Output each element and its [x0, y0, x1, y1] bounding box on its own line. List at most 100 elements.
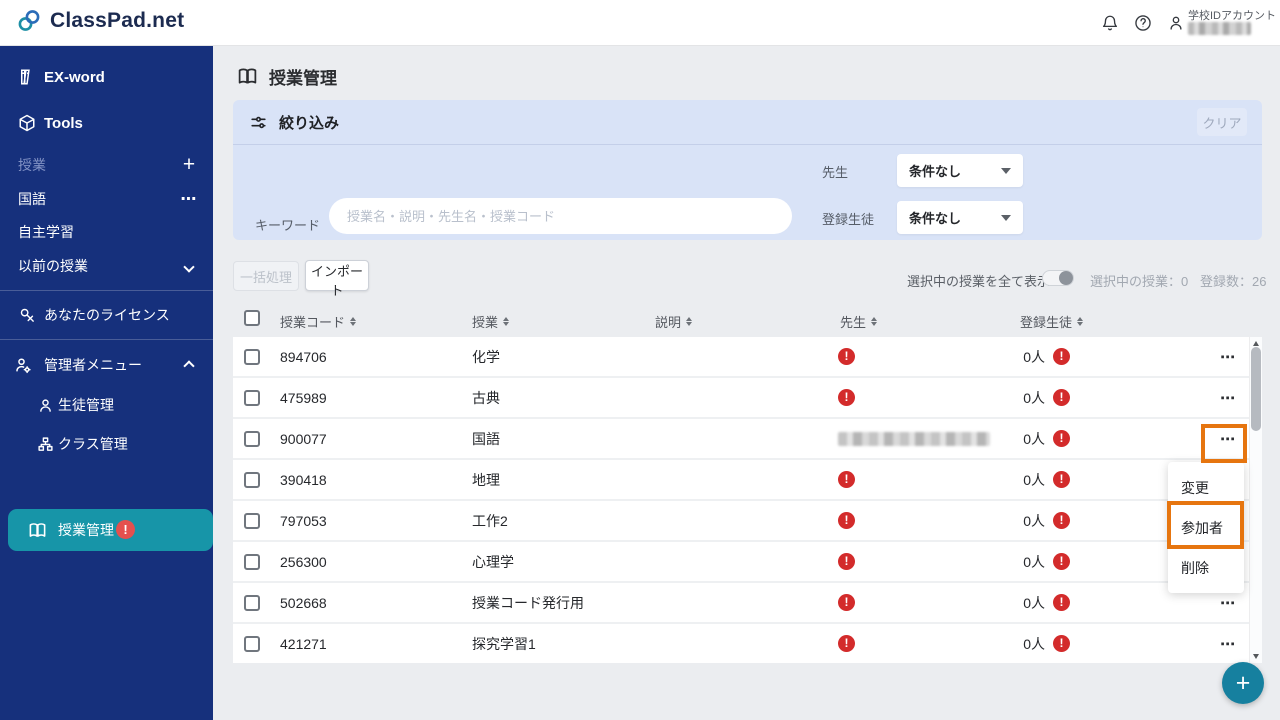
scrollbar-thumb[interactable]	[1251, 347, 1261, 431]
students-count-cell: 0人	[1013, 501, 1045, 540]
students-alert-icon: !	[1053, 430, 1070, 447]
open-book-icon	[237, 66, 258, 87]
sort-icon	[871, 317, 877, 326]
class-name-cell: 化学	[472, 337, 500, 376]
scroll-up-arrow-icon[interactable]	[1253, 341, 1259, 346]
class-code-cell: 421271	[280, 624, 327, 663]
column-header-description[interactable]: 説明	[655, 312, 692, 331]
teacher-filter-dropdown[interactable]: 条件なし	[897, 154, 1023, 187]
students-alert-icon: !	[1053, 594, 1070, 611]
menu-item-participants[interactable]: 参加者	[1168, 508, 1244, 548]
sidebar-item-admin-menu[interactable]: 管理者メニュー	[0, 352, 213, 378]
class-name-cell: 心理学	[472, 542, 514, 581]
menu-item-change[interactable]: 変更	[1168, 468, 1244, 508]
class-name-cell: 授業コード発行用	[472, 583, 584, 622]
organization-icon	[36, 435, 54, 453]
table-row: 390418 地理 ! 0人 ! ⋯	[233, 460, 1249, 501]
row-menu-button[interactable]: ⋯	[1208, 378, 1248, 417]
row-checkbox[interactable]	[244, 349, 260, 365]
class-code-cell: 390418	[280, 460, 327, 499]
teacher-cell: !	[838, 378, 855, 417]
class-name-cell: 地理	[472, 460, 500, 499]
brand-logo[interactable]: ClassPad.net	[16, 8, 184, 34]
column-header-class[interactable]: 授業	[472, 312, 509, 331]
teacher-cell: !	[838, 501, 855, 540]
keyword-input[interactable]	[329, 198, 792, 234]
teacher-cell: !	[838, 542, 855, 581]
column-header-teacher[interactable]: 先生	[840, 312, 877, 331]
students-filter-dropdown[interactable]: 条件なし	[897, 201, 1023, 234]
bulk-action-button[interactable]: 一括処理	[233, 261, 299, 291]
account-name-redacted	[1188, 22, 1251, 35]
row-checkbox[interactable]	[244, 554, 260, 570]
column-header-students[interactable]: 登録生徒	[1020, 312, 1083, 331]
selected-count: 選択中の授業：0	[1090, 271, 1188, 290]
sidebar-item-class-management[interactable]: クラス管理	[0, 431, 213, 457]
class-name-cell: 工作2	[472, 501, 508, 540]
student-person-icon	[36, 396, 54, 414]
sidebar-item-kokugo[interactable]: 国語 ⋯	[0, 186, 213, 212]
sidebar-divider	[0, 290, 213, 291]
sidebar-item-license[interactable]: あなたのライセンス	[0, 302, 213, 328]
row-context-menu: 変更 参加者 削除	[1168, 462, 1244, 593]
show-selected-toggle[interactable]	[1042, 270, 1074, 286]
table-row: 900077 国語 0人 ! ⋯	[233, 419, 1249, 460]
app-header: ClassPad.net 学校IDアカウント	[0, 0, 1280, 46]
add-class-icon[interactable]: +	[178, 155, 200, 175]
row-checkbox[interactable]	[244, 513, 260, 529]
show-selected-toggle-label: 選択中の授業を全て表示	[907, 271, 1050, 290]
chevron-down-icon	[178, 258, 200, 274]
keyword-label: キーワード	[255, 215, 320, 234]
scroll-down-arrow-icon[interactable]	[1253, 654, 1259, 659]
sort-icon	[503, 317, 509, 326]
table-header: 授業コード 授業 説明 先生 登録生徒	[233, 303, 1262, 337]
sidebar-item-tools[interactable]: Tools	[0, 110, 213, 136]
column-header-class-code[interactable]: 授業コード	[280, 312, 356, 331]
row-checkbox[interactable]	[244, 595, 260, 611]
kokugo-menu-icon[interactable]: ⋯	[178, 189, 200, 209]
teacher-alert-icon: !	[838, 348, 855, 365]
row-menu-button[interactable]: ⋯	[1208, 624, 1248, 663]
key-icon	[18, 306, 36, 324]
notifications-bell-icon[interactable]	[1101, 14, 1119, 32]
select-all-checkbox[interactable]	[244, 310, 260, 326]
teacher-cell: !	[838, 337, 855, 376]
row-checkbox[interactable]	[244, 431, 260, 447]
teacher-cell: !	[838, 583, 855, 622]
account-type-label: 学校IDアカウント	[1188, 7, 1276, 23]
help-icon[interactable]	[1134, 14, 1152, 32]
account-user-icon[interactable]	[1167, 14, 1185, 32]
filter-sliders-icon	[249, 113, 268, 132]
table-row: 256300 心理学 ! 0人 ! ⋯	[233, 542, 1249, 583]
row-checkbox[interactable]	[244, 472, 260, 488]
admin-gear-person-icon	[14, 356, 32, 374]
students-count-cell: 0人	[1013, 583, 1045, 622]
menu-item-delete[interactable]: 削除	[1168, 548, 1244, 588]
table-scrollbar[interactable]	[1249, 337, 1262, 663]
add-class-fab[interactable]: +	[1222, 662, 1264, 704]
row-checkbox[interactable]	[244, 636, 260, 652]
row-checkbox[interactable]	[244, 390, 260, 406]
table-row: 421271 探究学習1 ! 0人 ! ⋯	[233, 624, 1249, 663]
sidebar-item-self-study[interactable]: 自主学習	[0, 219, 213, 245]
row-menu-button[interactable]: ⋯	[1208, 337, 1248, 376]
sort-icon	[686, 317, 692, 326]
teacher-alert-icon: !	[838, 471, 855, 488]
row-menu-button[interactable]: ⋯	[1208, 419, 1248, 458]
students-filter-label: 登録生徒	[822, 209, 874, 228]
class-code-cell: 502668	[280, 583, 327, 622]
sidebar-item-student-management[interactable]: 生徒管理	[0, 392, 213, 418]
page-title: 授業管理	[237, 64, 337, 89]
teacher-alert-icon: !	[838, 635, 855, 652]
teacher-alert-icon: !	[838, 594, 855, 611]
sidebar-item-classes[interactable]: 授業 +	[0, 152, 213, 178]
sidebar-item-previous-classes[interactable]: 以前の授業	[0, 253, 213, 279]
students-alert-icon: !	[1053, 389, 1070, 406]
dropdown-caret-icon	[1001, 215, 1011, 221]
sidebar-item-lesson-management-selected[interactable]: 授業管理 !	[8, 509, 213, 551]
clear-filter-button[interactable]: クリア	[1197, 108, 1247, 136]
sidebar-item-ex-word[interactable]: EX-word	[0, 64, 213, 90]
alert-badge: !	[116, 520, 135, 539]
import-button[interactable]: インポート	[305, 260, 369, 291]
sort-icon	[1077, 317, 1083, 326]
